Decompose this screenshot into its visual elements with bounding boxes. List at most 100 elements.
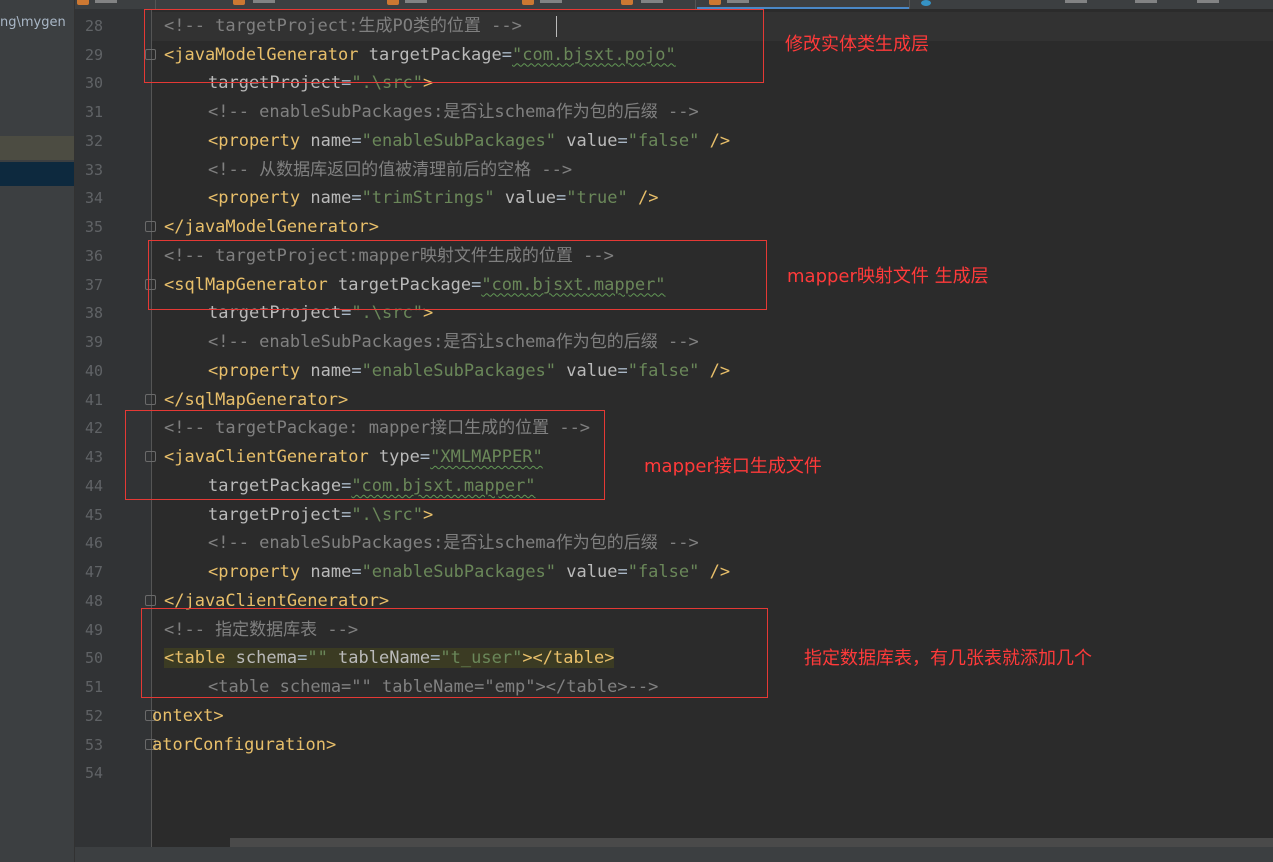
code-line-35[interactable]: </javaModelGenerator> xyxy=(164,213,379,242)
code-line-52[interactable]: ontext> xyxy=(152,702,224,731)
xml-equals: = xyxy=(341,504,352,525)
code-line-45[interactable]: targetProject=".\src"> xyxy=(208,501,433,530)
tab-label-fragment xyxy=(253,0,275,3)
line-number: 47 xyxy=(84,563,103,582)
xml-value: "enableSubPackages" xyxy=(361,130,557,151)
tab-label-fragment xyxy=(95,0,117,3)
annotation-box-table xyxy=(141,608,768,698)
line-number: 28 xyxy=(84,17,103,35)
xml-tag-open: <property xyxy=(208,360,301,381)
fold-marker-icon[interactable] xyxy=(145,221,156,232)
code-line-32[interactable]: <property name = "enableSubPackages" value… xyxy=(208,127,730,156)
code-line-46[interactable]: <!-- enableSubPackages:是否让schema作为包的后缀 -… xyxy=(208,529,699,558)
xml-file-icon xyxy=(387,0,399,5)
line-number: 50 xyxy=(84,649,103,668)
xml-value: "trimStrings" xyxy=(361,188,495,209)
tab-separator xyxy=(155,0,156,9)
project-tree-row-highlighted[interactable] xyxy=(0,136,74,160)
code-line-39[interactable]: <!-- enableSubPackages:是否让schema作为包的后缀 -… xyxy=(208,328,699,357)
line-number: 48 xyxy=(84,591,103,610)
line-number: 53 xyxy=(84,735,103,754)
line-number: 44 xyxy=(84,476,103,495)
horizontal-scrollbar-thumb[interactable] xyxy=(230,838,1273,847)
xml-value: "enableSubPackages" xyxy=(361,562,557,583)
project-tree-row-selected[interactable] xyxy=(0,162,74,186)
line-number: 38 xyxy=(84,304,103,323)
xml-value: "false" xyxy=(627,130,700,151)
xml-file-icon xyxy=(522,0,534,5)
xml-value: "true" xyxy=(566,188,628,209)
xml-tag-close: </sqlMapGenerator> xyxy=(164,389,349,410)
line-number: 46 xyxy=(84,534,103,553)
xml-tag-open: <property xyxy=(208,562,301,583)
xml-tag-close: ontext> xyxy=(152,705,224,726)
line-number: 42 xyxy=(84,419,103,438)
code-line-40[interactable]: <property name="enableSubPackages" value… xyxy=(208,357,730,386)
xml-equals: = xyxy=(351,360,362,381)
line-number: 37 xyxy=(84,275,103,294)
fold-marker-icon[interactable] xyxy=(145,394,156,405)
line-number: 54 xyxy=(84,764,103,783)
xml-equals: = xyxy=(351,188,362,209)
tab-label-fragment xyxy=(1197,0,1219,3)
annotation-box-sqlmap xyxy=(148,240,767,310)
fold-marker-icon[interactable] xyxy=(145,595,156,606)
xml-file-icon xyxy=(77,0,89,5)
annotation-label-model: 修改实体类生成层 xyxy=(785,34,929,55)
xml-tag-close: > xyxy=(422,504,434,525)
tab-label-fragment xyxy=(540,0,562,3)
line-number: 35 xyxy=(84,218,103,237)
xml-attribute: name xyxy=(300,188,352,209)
xml-tag-close: </javaModelGenerator> xyxy=(164,217,379,238)
line-number: 41 xyxy=(84,390,103,409)
line-number: 40 xyxy=(84,361,103,380)
xml-equals: = xyxy=(556,188,567,209)
xml-equals: = xyxy=(617,562,628,583)
xml-attribute: value xyxy=(556,360,618,381)
xml-tag-close: atorConfiguration> xyxy=(152,734,337,755)
xml-tag-open: <property xyxy=(208,130,301,151)
line-number: 30 xyxy=(84,74,103,93)
xml-comment: <!-- enableSubPackages:是否让schema作为包的后缀 -… xyxy=(208,533,699,554)
xml-equals: = xyxy=(617,130,628,151)
project-path-label: ng\mygen xyxy=(0,15,66,30)
tab-label-fragment xyxy=(727,0,749,3)
line-number: 43 xyxy=(84,448,103,467)
editor-tab-strip[interactable] xyxy=(75,0,1273,9)
tab-label-fragment xyxy=(1135,0,1157,3)
xml-equals: = xyxy=(617,360,628,381)
xml-attribute: name xyxy=(300,130,352,151)
code-line-47[interactable]: <property name="enableSubPackages" value… xyxy=(208,558,730,587)
line-number: 33 xyxy=(84,160,103,179)
xml-tag-close: /> xyxy=(699,360,731,381)
xml-attribute: targetProject xyxy=(208,504,342,525)
tab-label-fragment xyxy=(1065,0,1087,3)
line-number: 34 xyxy=(84,189,103,208)
xml-comment: <!-- enableSubPackages:是否让schema作为包的后缀 -… xyxy=(208,102,699,123)
code-line-53[interactable]: atorConfiguration> xyxy=(152,731,336,760)
code-line-33[interactable]: <!-- 从数据库返回的值被清理前后的空格 --> xyxy=(208,156,572,185)
line-number: 36 xyxy=(84,246,103,265)
xml-equals: = xyxy=(351,562,362,583)
bottom-tool-strip xyxy=(75,847,1273,862)
xml-file-icon xyxy=(621,0,633,5)
annotation-label-table: 指定数据库表，有几张表就添加几个 xyxy=(804,648,1092,669)
xml-attribute: value xyxy=(556,562,618,583)
xml-attribute: value xyxy=(494,188,557,209)
line-number: 29 xyxy=(84,45,103,64)
project-tool-window[interactable]: ng\mygen xyxy=(0,0,74,862)
line-number: 49 xyxy=(84,620,103,639)
xml-tag-close: /> xyxy=(699,562,731,583)
xml-value: "false" xyxy=(627,562,700,583)
xml-attribute: value xyxy=(556,130,618,151)
xml-value: "false" xyxy=(627,360,700,381)
line-number: 39 xyxy=(84,333,103,352)
line-number: 52 xyxy=(84,706,103,725)
java-file-icon xyxy=(921,0,931,6)
code-line-31[interactable]: <!-- enableSubPackages:是否让schema作为包的后缀 -… xyxy=(208,98,699,127)
tab-label-fragment xyxy=(641,0,663,3)
tab-label-fragment xyxy=(405,0,427,3)
xml-file-icon xyxy=(233,0,245,5)
code-line-34[interactable]: <property name="trimStrings" value="true… xyxy=(208,184,658,213)
tab-separator xyxy=(909,0,910,9)
